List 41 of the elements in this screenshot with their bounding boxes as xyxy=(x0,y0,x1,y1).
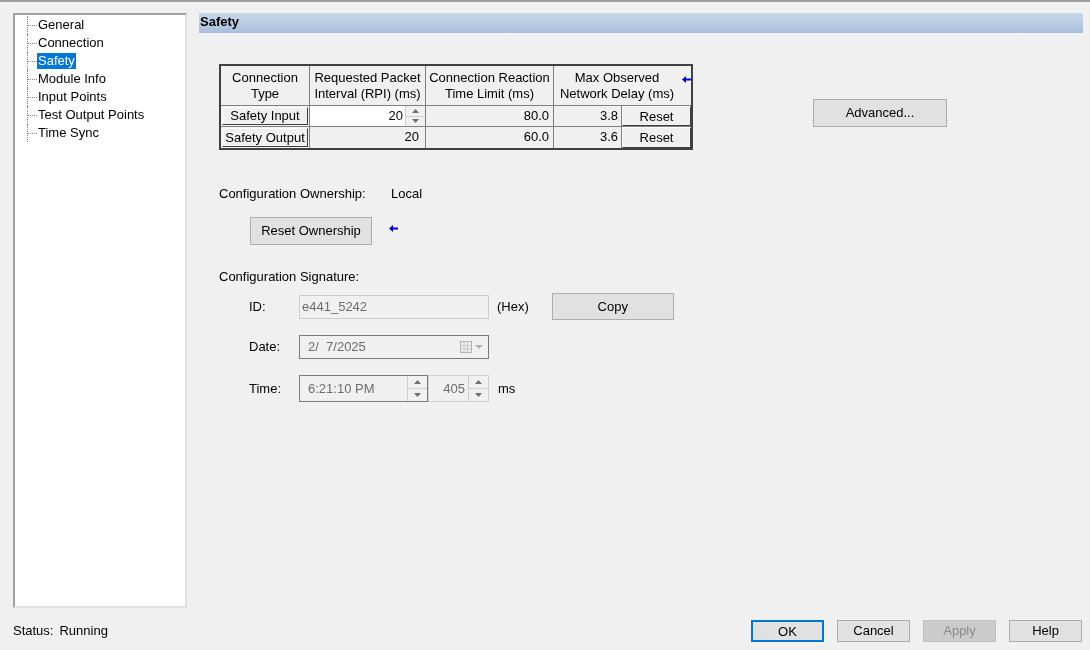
tree-item[interactable]: Module Info xyxy=(37,71,107,87)
ownership-value: Local xyxy=(391,185,423,203)
table-cell: 20 xyxy=(310,127,426,148)
spinner-arrows-icon[interactable] xyxy=(468,376,488,401)
table-cell: 60.0 xyxy=(426,127,554,148)
row-header: Safety Output xyxy=(222,128,308,147)
dialog-button[interactable]: Help xyxy=(1009,620,1082,642)
status-label: Status: xyxy=(13,622,54,641)
left-arrow-icon xyxy=(389,225,398,232)
table-cell: 80.0 xyxy=(426,106,554,126)
ownership-label: Configuration Ownership: xyxy=(219,185,367,203)
spinner-arrows-icon[interactable] xyxy=(405,106,425,126)
rpi-spinner[interactable]: 20 xyxy=(310,106,426,126)
column-header: Connection Reaction Time Limit (ms) xyxy=(428,69,551,102)
tree-item[interactable]: Connection xyxy=(37,35,105,51)
tree-item[interactable]: Safety xyxy=(37,53,76,69)
dialog-button[interactable]: OK xyxy=(751,620,824,642)
column-header: Max Observed Network Delay (ms) xyxy=(558,69,676,102)
left-arrow-icon xyxy=(682,76,691,83)
advanced-button[interactable]: Advanced... xyxy=(813,99,947,127)
hex-label: (Hex) xyxy=(497,297,529,316)
id-label: ID: xyxy=(249,297,267,316)
status-value: Running xyxy=(59,622,108,641)
reset-button[interactable]: Reset xyxy=(622,127,691,148)
dialog-button[interactable]: Cancel xyxy=(837,620,910,642)
tree-item[interactable]: Input Points xyxy=(37,89,108,105)
tree-item[interactable]: Time Sync xyxy=(37,125,100,141)
spinner-arrows-icon[interactable] xyxy=(407,376,427,401)
reset-ownership-button[interactable]: Reset Ownership xyxy=(250,216,372,245)
signature-label: Configuration Signature: xyxy=(219,267,361,286)
tree-item[interactable]: Test Output Points xyxy=(37,107,146,123)
column-header: Connection Type xyxy=(231,69,299,102)
reset-button[interactable]: Reset xyxy=(622,106,691,126)
ms-label: ms xyxy=(498,379,516,398)
time-label: Time: xyxy=(249,379,283,398)
row-header: Safety Input xyxy=(222,107,308,125)
column-header: Requested Packet Interval (RPI) (ms) xyxy=(313,69,422,102)
calendar-icon xyxy=(460,341,484,353)
section-title: Safety xyxy=(199,13,1083,33)
date-label: Date: xyxy=(249,338,282,357)
tree-item[interactable]: General xyxy=(37,17,86,33)
